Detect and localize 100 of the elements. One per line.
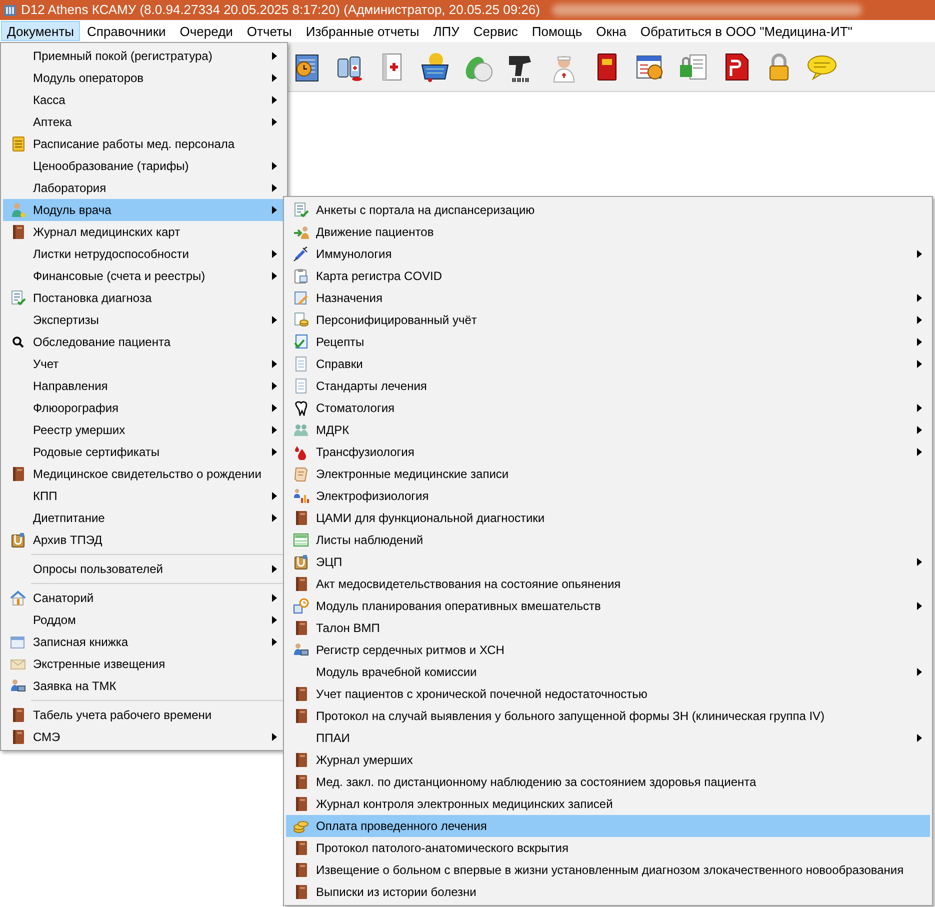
- menu-item[interactable]: Анкеты с портала на диспансеризацию: [286, 199, 930, 221]
- syringe-icon: [293, 246, 309, 262]
- menu-bar-item[interactable]: ЛПУ: [426, 21, 466, 41]
- blood-drop-icon: [293, 444, 309, 460]
- menu-item[interactable]: Иммунология: [286, 243, 930, 265]
- menu-bar-item[interactable]: Помощь: [524, 21, 590, 41]
- bag-icon: [10, 532, 26, 548]
- menu-item[interactable]: Табель учета рабочего времени: [3, 704, 285, 726]
- menu-bar-item[interactable]: Справочники: [80, 21, 173, 41]
- menu-item[interactable]: Диетпитание: [3, 507, 285, 529]
- menu-item[interactable]: Справки: [286, 353, 930, 375]
- menu-item[interactable]: Протокол патолого-анатомического вскрытия: [286, 837, 930, 859]
- menu-item[interactable]: ЭЦП: [286, 551, 930, 573]
- menu-item[interactable]: Листы наблюдений: [286, 529, 930, 551]
- menu-item[interactable]: Регистр сердечных ритмов и ХСН: [286, 639, 930, 661]
- book-icon: [293, 510, 309, 526]
- menu-item[interactable]: СМЭ: [3, 726, 285, 748]
- menu-item[interactable]: Ценообразование (тарифы): [3, 155, 285, 177]
- pencil-document-icon: [293, 290, 309, 306]
- menu-item[interactable]: Извещение о больном с впервые в жизни установленным диагнозом злокачественного новообразования: [286, 859, 930, 881]
- menu-item[interactable]: Архив ТПЭД: [3, 529, 285, 551]
- book-icon: [293, 708, 309, 724]
- menu-item[interactable]: Оплата проведенного лечения: [286, 815, 930, 837]
- menu-item[interactable]: Журнал медицинских карт: [3, 221, 285, 243]
- book-icon: [293, 774, 309, 790]
- menu-item[interactable]: Приемный покой (регистратура): [3, 45, 285, 67]
- menu-item[interactable]: Журнал контроля электронных медицинских записей: [286, 793, 930, 815]
- book-icon: [293, 840, 309, 856]
- book-icon: [293, 752, 309, 768]
- menu-item[interactable]: Персонифицированный учёт: [286, 309, 930, 331]
- doctor-icon: [10, 202, 26, 218]
- menu-item[interactable]: Модуль планирования оперативных вмешательств: [286, 595, 930, 617]
- menu-bar-item[interactable]: Документы: [1, 21, 80, 41]
- menu-item[interactable]: Рецепты: [286, 331, 930, 353]
- tooth-icon: [293, 400, 309, 416]
- menu-item[interactable]: Экспертизы: [3, 309, 285, 331]
- menu-item[interactable]: Модуль операторов: [3, 67, 285, 89]
- menu-item[interactable]: Флюорография: [3, 397, 285, 419]
- person-computer-icon: [293, 642, 309, 658]
- menu-item[interactable]: Направления: [3, 375, 285, 397]
- menu-item[interactable]: Роддом: [3, 609, 285, 631]
- menu-item[interactable]: Мед. закл. по дистанционному наблюдению за состоянием здоровья пациента: [286, 771, 930, 793]
- clipboard-icon: [293, 268, 309, 284]
- menu-item[interactable]: Опросы пользователей: [3, 558, 285, 580]
- people-icon: [293, 422, 309, 438]
- menu-item[interactable]: Листки нетрудоспособности: [3, 243, 285, 265]
- window-title: D12 Athens КСАМУ (8.0.94.27334 20.05.2025 8:17:20) (Администратор, 20.05.25 09:26): [21, 1, 540, 20]
- menu-item[interactable]: Назначения: [286, 287, 930, 309]
- checklist-icon: [10, 290, 26, 306]
- book-icon: [293, 862, 309, 878]
- menu-item[interactable]: Обследование пациента: [3, 331, 285, 353]
- menu-bar-item[interactable]: Обратиться в ООО "Медицина-ИТ": [633, 21, 860, 41]
- menu-item[interactable]: Заявка на ТМК: [3, 675, 285, 697]
- menu-bar-item[interactable]: Очереди: [172, 21, 240, 41]
- menu-item[interactable]: Стандарты лечения: [286, 375, 930, 397]
- menu-item[interactable]: Журнал умерших: [286, 749, 930, 771]
- document-icon: [293, 356, 309, 372]
- window-icon: [10, 634, 26, 650]
- menu-item[interactable]: Финансовые (счета и реестры): [3, 265, 285, 287]
- menu-item[interactable]: Лаборатория: [3, 177, 285, 199]
- menu-item[interactable]: ППАИ: [286, 727, 930, 749]
- menu-bar-item[interactable]: Сервис: [466, 21, 525, 41]
- menu-item[interactable]: Электрофизиология: [286, 485, 930, 507]
- menu-item[interactable]: Записная книжка: [3, 631, 285, 653]
- menu-item[interactable]: Трансфузиология: [286, 441, 930, 463]
- search-icon: [10, 334, 26, 350]
- menu-item[interactable]: Расписание работы мед. персонала: [3, 133, 285, 155]
- book-icon: [293, 686, 309, 702]
- menu-item[interactable]: КПП: [3, 485, 285, 507]
- menu-item[interactable]: Учет: [3, 353, 285, 375]
- menu-item[interactable]: Учет пациентов с хронической почечной недостаточностью: [286, 683, 930, 705]
- menu-bar-item[interactable]: Окна: [589, 21, 634, 41]
- menu-item[interactable]: Модуль врача: [3, 199, 285, 221]
- menu-item[interactable]: Модуль врачебной комиссии: [286, 661, 930, 683]
- menu-item[interactable]: Электронные медицинские записи: [286, 463, 930, 485]
- menu-item[interactable]: Постановка диагноза: [3, 287, 285, 309]
- menu-item[interactable]: Родовые сертификаты: [3, 441, 285, 463]
- menu-item[interactable]: МДРК: [286, 419, 930, 441]
- coins-icon: [293, 818, 309, 834]
- menu-item[interactable]: ЦАМИ для функциональной диагностики: [286, 507, 930, 529]
- notepad-icon: [10, 136, 26, 152]
- menu-bar-item[interactable]: Избранные отчеты: [298, 21, 426, 41]
- menu-item[interactable]: Карта регистра COVID: [286, 265, 930, 287]
- basket-icon[interactable]: [419, 50, 451, 82]
- menu-item[interactable]: Протокол на случай выявления у больного запущенной формы ЗН (клиническая группа IV): [286, 705, 930, 727]
- menu-bar-item[interactable]: Отчеты: [240, 21, 299, 41]
- menu-item[interactable]: Стоматология: [286, 397, 930, 419]
- menu-item[interactable]: Экстренные извещения: [3, 653, 285, 675]
- menu-item[interactable]: Санаторий: [3, 587, 285, 609]
- menu-item[interactable]: Талон ВМП: [286, 617, 930, 639]
- scroll-icon: [293, 466, 309, 482]
- document-coins-icon: [293, 312, 309, 328]
- menu-item[interactable]: Выписки из истории болезни: [286, 881, 930, 903]
- menu-item[interactable]: Касса: [3, 89, 285, 111]
- menu-item[interactable]: Аптека: [3, 111, 285, 133]
- menu-item[interactable]: Акт медосвидетельствования на состояние опьянения: [286, 573, 930, 595]
- checklist-icon: [293, 202, 309, 218]
- menu-item[interactable]: Медицинское свидетельство о рождении: [3, 463, 285, 485]
- menu-item[interactable]: Реестр умерших: [3, 419, 285, 441]
- menu-item[interactable]: Движение пациентов: [286, 221, 930, 243]
